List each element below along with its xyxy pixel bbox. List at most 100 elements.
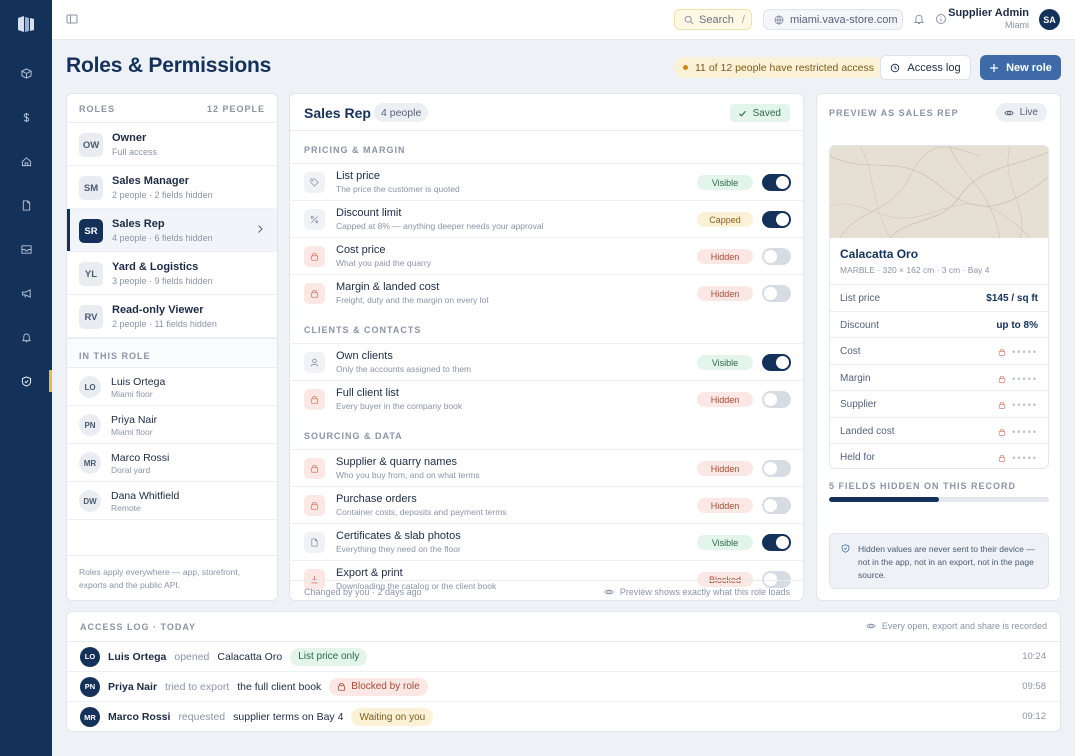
person-name: Marco Rossi bbox=[111, 452, 170, 464]
log-object: Calacatta Oro bbox=[217, 650, 283, 663]
permission-row: Margin & landed cost Freight, duty and th… bbox=[290, 274, 803, 311]
person-item[interactable]: MR Marco Rossi Doral yard bbox=[67, 444, 277, 482]
masked-value: ••••• bbox=[998, 400, 1038, 410]
permission-row: Discount limit Capped at 8% — anything de… bbox=[290, 200, 803, 237]
in-role-header: IN THIS ROLE bbox=[67, 338, 277, 368]
sidebar-toggle-icon[interactable] bbox=[66, 13, 78, 25]
search-button[interactable]: Search / bbox=[674, 9, 752, 30]
shield-icon bbox=[21, 375, 31, 387]
in-role-heading: IN THIS ROLE bbox=[79, 351, 151, 361]
toggle-knob bbox=[776, 536, 789, 549]
permission-description: What you paid the quarry bbox=[336, 258, 431, 268]
live-toggle[interactable]: Live bbox=[995, 103, 1047, 122]
person-location: Miami floor bbox=[111, 427, 153, 437]
status-badge: Hidden bbox=[697, 461, 753, 476]
access-log-entry[interactable]: LO Luis Ortega opened Calacatta Oro List pri… bbox=[67, 642, 1060, 672]
role-summary: 2 people · 11 fields hidden bbox=[112, 319, 217, 329]
record-field: Held for ••••• bbox=[830, 443, 1048, 468]
permission-title: Certificates & slab photos bbox=[336, 530, 461, 542]
user-icon bbox=[304, 352, 325, 373]
permission-group-label: SOURCING & DATA bbox=[304, 431, 403, 441]
lock-icon bbox=[304, 495, 325, 516]
role-item-yard-logistics[interactable]: YL Yard & Logistics 3 people · 9 fields … bbox=[67, 252, 277, 295]
nav-roles[interactable] bbox=[0, 370, 52, 392]
help-icon[interactable] bbox=[935, 13, 947, 25]
access-log-entry[interactable]: PN Priya Nair tried to export the full clie… bbox=[67, 672, 1060, 702]
toggle-knob bbox=[764, 499, 777, 512]
role-name: Owner bbox=[112, 132, 147, 144]
person-item[interactable]: LO Luis Ortega Miami floor bbox=[67, 368, 277, 406]
permission-toggle[interactable] bbox=[762, 391, 791, 408]
nav-documents[interactable] bbox=[0, 194, 52, 216]
nav-inventory[interactable] bbox=[0, 62, 52, 84]
percent-icon bbox=[304, 209, 325, 230]
permission-title: Margin & landed cost bbox=[336, 281, 440, 293]
role-summary: 4 people · 6 fields hidden bbox=[112, 233, 213, 243]
role-item-sales-rep[interactable]: SR Sales Rep 4 people · 6 fields hidden bbox=[67, 209, 277, 252]
permission-description: Capped at 8% — anything deeper needs you… bbox=[336, 221, 544, 231]
fields-hidden-progress bbox=[829, 497, 1049, 502]
permission-description: Container costs, deposits and payment te… bbox=[336, 507, 507, 517]
toggle-knob bbox=[776, 213, 789, 226]
role-abbr: SR bbox=[79, 219, 103, 243]
progress-fill bbox=[829, 497, 939, 502]
permission-toggle[interactable] bbox=[762, 285, 791, 302]
nav-alerts[interactable] bbox=[0, 326, 52, 348]
check-icon bbox=[738, 110, 746, 117]
permission-toggle[interactable] bbox=[762, 497, 791, 514]
roles-footnote: Roles apply everywhere — app, storefront… bbox=[67, 555, 277, 600]
role-item-owner[interactable]: OW Owner Full access bbox=[67, 123, 277, 166]
role-item-sales-manager[interactable]: SM Sales Manager 2 people · 2 fields hid… bbox=[67, 166, 277, 209]
permission-title: List price bbox=[336, 170, 381, 182]
avatar: PN bbox=[79, 414, 101, 436]
storefront-host[interactable]: miami.vava-store.com bbox=[763, 9, 903, 30]
permission-row: List price The price the customer is quot… bbox=[290, 163, 803, 200]
preview-panel: PREVIEW AS SALES REP Live Calacatta Oro … bbox=[816, 93, 1061, 601]
permission-row: Own clients Only the accounts assigned to… bbox=[290, 343, 803, 380]
role-item-read-only-viewer[interactable]: RV Read-only Viewer 2 people · 11 fields… bbox=[67, 295, 277, 338]
live-label: Live bbox=[1019, 107, 1038, 118]
globe-icon bbox=[774, 15, 784, 25]
person-item[interactable]: PN Priya Nair Miami floor bbox=[67, 406, 277, 444]
bell-icon[interactable] bbox=[913, 13, 925, 25]
dollar-icon bbox=[23, 112, 29, 122]
search-icon bbox=[684, 15, 694, 24]
access-log-button[interactable]: Access log bbox=[880, 55, 971, 80]
avatar[interactable]: SA bbox=[1039, 9, 1060, 30]
avatar: LO bbox=[80, 646, 100, 667]
nav-inbox[interactable] bbox=[0, 238, 52, 260]
roles-panel: ROLES 12 PEOPLE OW Owner Full access SM … bbox=[66, 93, 278, 601]
logo-icon bbox=[18, 16, 34, 32]
lock-icon bbox=[999, 375, 1006, 383]
role-title: Sales Rep bbox=[304, 105, 371, 121]
slab-photo bbox=[830, 146, 1048, 238]
access-log-entry[interactable]: MR Marco Rossi requested supplier terms on … bbox=[67, 702, 1060, 731]
lock-icon bbox=[338, 683, 346, 691]
field-label: Supplier bbox=[840, 399, 877, 410]
avatar: DW bbox=[79, 490, 101, 512]
record-field: Cost ••••• bbox=[830, 337, 1048, 364]
role-abbr: OW bbox=[79, 133, 103, 157]
permission-title: Own clients bbox=[336, 350, 393, 362]
permission-toggle[interactable] bbox=[762, 534, 791, 551]
log-status-badge: Waiting on you bbox=[351, 708, 434, 726]
preview-note: Preview shows exactly what this role loa… bbox=[604, 587, 790, 597]
permission-toggle[interactable] bbox=[762, 248, 791, 265]
changed-by: Changed by you · 2 days ago bbox=[304, 587, 422, 597]
nav-home[interactable] bbox=[0, 150, 52, 172]
avatar: LO bbox=[79, 376, 101, 398]
avatar: PN bbox=[80, 676, 100, 697]
log-status-badge: Blocked by role bbox=[329, 677, 428, 696]
privacy-note-text: Hidden values are never sent to their de… bbox=[858, 544, 1035, 580]
new-role-button[interactable]: New role bbox=[980, 55, 1061, 80]
nav-pricing[interactable] bbox=[0, 106, 52, 128]
permission-toggle[interactable] bbox=[762, 354, 791, 371]
masked-value: ••••• bbox=[998, 453, 1038, 463]
permission-toggle[interactable] bbox=[762, 211, 791, 228]
person-item[interactable]: DW Dana Whitfield Remote bbox=[67, 482, 277, 520]
permission-toggle[interactable] bbox=[762, 460, 791, 477]
person-location: Remote bbox=[111, 503, 141, 513]
permission-toggle[interactable] bbox=[762, 174, 791, 191]
nav-campaigns[interactable] bbox=[0, 282, 52, 304]
home-icon bbox=[21, 156, 31, 166]
